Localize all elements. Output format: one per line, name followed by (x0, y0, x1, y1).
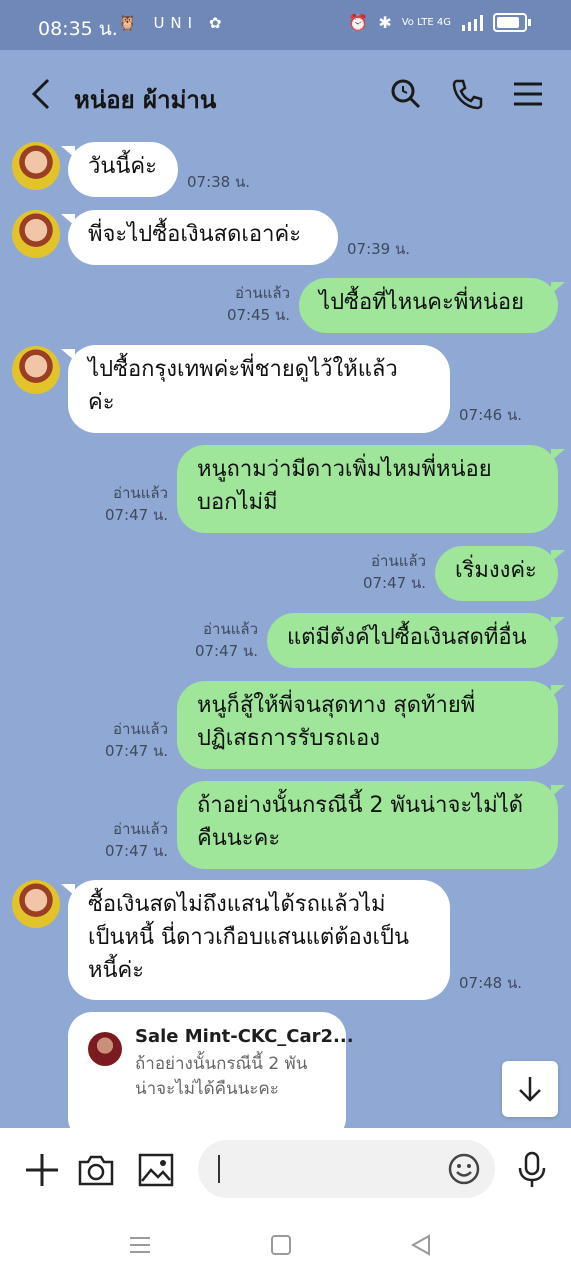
message-input-bar (0, 1128, 571, 1212)
message-line: เป็นหนี้ นี่ดาวเกือบแสนแต่ต้องเป็น (88, 925, 409, 950)
reply-preview-card[interactable]: Sale Mint-CKC_Car2... ถ้าอย่างนั้นกรณีนี… (68, 1012, 354, 1128)
read-receipt: อ่านแล้ว (235, 284, 290, 302)
incoming-message[interactable]: ไปซื้อกรุงเทพค่ะพี่ชายดูไว้ให้แล้ว ค่ะ (61, 345, 450, 433)
battery-icon (493, 13, 527, 32)
outgoing-message[interactable]: หนูถามว่ามีดาวเพิ่มไหมพี่หน่อย บอกไม่มี (177, 445, 565, 533)
message-line: ซื้อเงินสดไม่ถึงแสนได้รถแล้วไม่ (88, 892, 386, 917)
message-line: คืนนะคะ (197, 826, 281, 851)
battery-tip (528, 19, 531, 26)
message-input[interactable] (198, 1140, 495, 1198)
message-time: 07:47 น. (104, 742, 168, 760)
back-icon[interactable] (408, 1232, 434, 1258)
recent-apps-icon[interactable] (127, 1232, 153, 1258)
message-text: วันนี้ค่ะ (88, 154, 157, 179)
camera-icon[interactable] (76, 1150, 116, 1190)
read-receipt: อ่านแล้ว (113, 820, 168, 838)
phone-icon[interactable] (449, 76, 485, 112)
message-time: 07:47 น. (104, 842, 168, 860)
contact-avatar[interactable] (12, 210, 60, 258)
message-text: เริ่มงงค่ะ (455, 558, 537, 583)
read-receipt: อ่านแล้ว (113, 720, 168, 738)
alarm-icon: ⏰ (348, 13, 369, 32)
message-text: พี่จะไปซื้อเงินสดเอาค่ะ (88, 222, 302, 247)
chat-messages[interactable]: วันนี้ค่ะ 07:38 น. พี่จะไปซื้อเงินสดเอาค… (0, 138, 571, 1128)
outgoing-message[interactable]: ถ้าอย่างนั้นกรณีนี้ 2 พันน่าจะไม่ได้ คืน… (177, 781, 565, 869)
outgoing-message[interactable]: แต่มีตังค์ไปซื้อเงินสดที่อื่น (267, 613, 565, 668)
read-receipt: อ่านแล้ว (371, 552, 426, 570)
menu-icon[interactable] (510, 76, 546, 112)
plus-icon[interactable] (22, 1150, 62, 1190)
message-read-meta: อ่านแล้ว 07:47 น. (68, 482, 168, 526)
status-bar: 08:35 น. 🦉 UNI ✿ ⏰ ✱ Vo LTE 4G (0, 0, 571, 50)
incoming-message[interactable]: พี่จะไปซื้อเงินสดเอาค่ะ (61, 210, 338, 265)
message-time: 07:47 น. (194, 642, 258, 660)
incoming-message[interactable]: วันนี้ค่ะ (61, 142, 178, 197)
message-time: 07:47 น. (362, 574, 426, 592)
home-icon[interactable] (268, 1232, 294, 1258)
message-time: 07:45 น. (226, 306, 290, 324)
message-read-meta: อ่านแล้ว 07:47 น. (326, 550, 426, 594)
message-time: 07:39 น. (347, 240, 411, 258)
message-time: 07:47 น. (104, 506, 168, 524)
contact-avatar[interactable] (12, 346, 60, 394)
message-line: ถ้าอย่างนั้นกรณีนี้ 2 พันน่าจะไม่ได้ (197, 793, 524, 818)
reply-text: ถ้าอย่างนั้นกรณีนี้ 2 พัน น่าจะไม่ได้คืน… (135, 1052, 335, 1102)
message-text: ไปซื้อที่ไหนคะพี่หน่อย (319, 290, 524, 315)
bluetooth-icon: ✱ (378, 13, 392, 32)
message-line: ปฏิเสธการรับรถเอง (197, 726, 380, 751)
message-read-meta: อ่านแล้ว 07:47 น. (158, 618, 258, 662)
arrow-down-icon (519, 1077, 541, 1102)
read-receipt: อ่านแล้ว (113, 484, 168, 502)
status-time: 08:35 น. (38, 18, 118, 40)
message-line: หนูถามว่ามีดาวเพิ่มไหมพี่หน่อย (197, 457, 492, 482)
message-time: 07:48 น. (459, 974, 523, 992)
system-nav-bar (0, 1212, 571, 1280)
message-line: บอกไม่มี (197, 490, 278, 515)
microphone-icon[interactable] (512, 1150, 552, 1190)
outgoing-message[interactable]: ไปซื้อที่ไหนคะพี่หน่อย (299, 278, 565, 333)
contact-avatar[interactable] (12, 880, 60, 928)
text-cursor (218, 1155, 220, 1183)
reply-avatar (88, 1032, 122, 1066)
message-line: หนี้ค่ะ (88, 958, 145, 983)
chat-header: หน่อย ผ้าม่าน (0, 50, 571, 138)
reply-line: ถ้าอย่างนั้นกรณีนี้ 2 พัน (135, 1054, 308, 1074)
message-read-meta: อ่านแล้ว 07:47 น. (68, 718, 168, 762)
incoming-message[interactable]: ซื้อเงินสดไม่ถึงแสนได้รถแล้วไม่ เป็นหนี้… (61, 880, 450, 1000)
outgoing-message[interactable]: หนูก็สู้ให้พี่จนสุดทาง สุดท้ายพี่ ปฏิเสธ… (177, 681, 565, 769)
back-arrow-icon[interactable] (26, 76, 56, 112)
message-time: 07:46 น. (459, 406, 523, 424)
search-icon[interactable] (388, 76, 424, 112)
message-line: หนูก็สู้ให้พี่จนสุดทาง สุดท้ายพี่ (197, 693, 476, 718)
message-time: 07:38 น. (187, 173, 251, 191)
chat-title: หน่อย ผ้าม่าน (74, 86, 217, 114)
signal-icon (462, 14, 483, 31)
contact-avatar[interactable] (12, 142, 60, 190)
image-icon[interactable] (136, 1150, 176, 1190)
scroll-to-bottom-button[interactable] (502, 1061, 558, 1117)
read-receipt: อ่านแล้ว (203, 620, 258, 638)
reply-sender-name: Sale Mint-CKC_Car2... (135, 1026, 354, 1047)
message-line: ค่ะ (88, 390, 115, 415)
message-line: ไปซื้อกรุงเทพค่ะพี่ชายดูไว้ให้แล้ว (88, 357, 398, 382)
reply-line: น่าจะไม่ได้คืนนะคะ (135, 1079, 279, 1099)
notification-icons: 🦉 UNI ✿ (118, 14, 228, 32)
message-read-meta: อ่านแล้ว 07:47 น. (68, 818, 168, 862)
status-right-icons: ⏰ ✱ Vo LTE 4G (348, 13, 531, 32)
outgoing-message[interactable]: เริ่มงงค่ะ (435, 546, 565, 601)
message-read-meta: อ่านแล้ว 07:45 น. (190, 282, 290, 326)
network-label: Vo LTE 4G (401, 17, 451, 28)
emoji-icon[interactable] (447, 1152, 481, 1186)
message-text: แต่มีตังค์ไปซื้อเงินสดที่อื่น (287, 625, 527, 650)
